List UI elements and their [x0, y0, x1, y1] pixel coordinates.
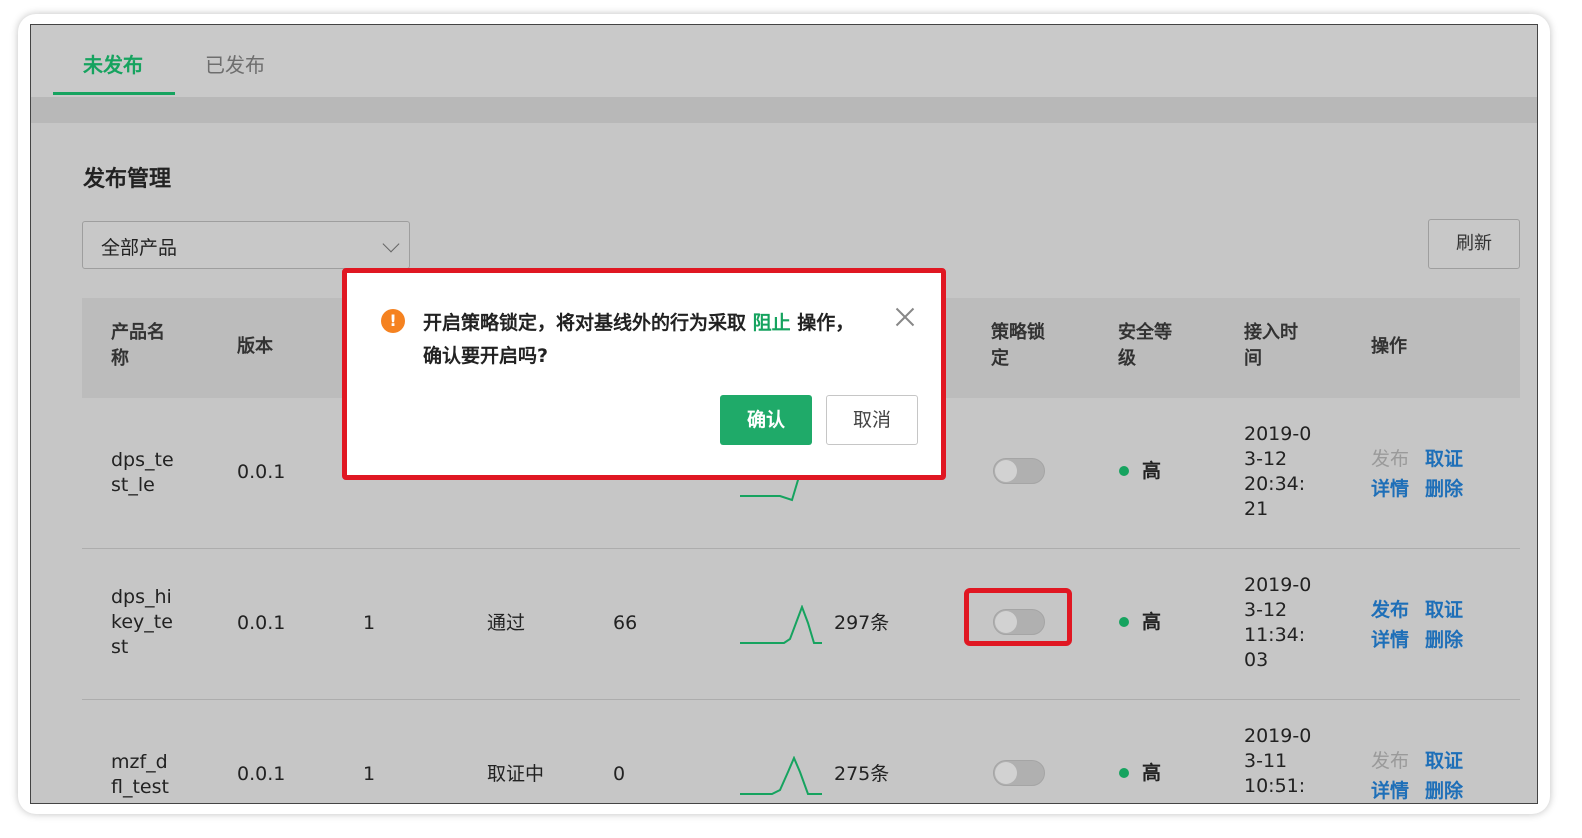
- column-header-security: 安全等 级: [1118, 320, 1172, 372]
- delete-link[interactable]: 删除: [1425, 776, 1463, 803]
- build-number: 1: [363, 612, 376, 634]
- revoke-link[interactable]: 取证: [1425, 595, 1463, 622]
- confirm-message-highlight: 阻止: [752, 312, 791, 334]
- product-name-line: dps_te: [111, 449, 174, 471]
- access-time-line: 20:34:: [1244, 473, 1306, 495]
- column-header-name: 产品名 称: [111, 320, 165, 372]
- active-tab-indicator: [53, 92, 175, 95]
- status: 通过: [487, 612, 526, 634]
- product-name-line: fl_test: [111, 776, 169, 798]
- table-row: mzf_d fl_test 0.0.1 1 取证中 0 275条 高 2019-…: [82, 700, 1520, 803]
- access-time-line: 2019-0: [1244, 423, 1312, 445]
- toggle-knob: [995, 762, 1017, 784]
- tab-unpublished[interactable]: 未发布: [83, 49, 143, 78]
- cancel-button[interactable]: 取消: [826, 395, 918, 445]
- refresh-button[interactable]: 刷新: [1428, 219, 1520, 269]
- column-header-actions: 操作: [1371, 336, 1407, 357]
- access-time-line: 10:51:: [1244, 775, 1306, 797]
- strategy-lock-toggle[interactable]: [993, 760, 1045, 786]
- version: 0.0.1: [237, 612, 286, 634]
- column-header-time-line2: 间: [1244, 348, 1262, 369]
- access-time-line: 3-12: [1244, 599, 1288, 621]
- column-header-lock-line1: 策略锁: [991, 322, 1045, 343]
- column-header-security-line2: 级: [1118, 348, 1136, 369]
- access-time-line: 11:34:: [1244, 624, 1306, 646]
- column-header-version: 版本: [237, 336, 273, 357]
- security-level: 高: [1142, 611, 1162, 633]
- strategy-lock-toggle[interactable]: [993, 458, 1045, 484]
- access-time-line: 3-12: [1244, 448, 1288, 470]
- status: 取证中: [487, 763, 545, 785]
- product-name-line: dps_hi: [111, 586, 172, 608]
- count: 66: [613, 612, 638, 634]
- detail-link[interactable]: 详情: [1371, 625, 1409, 652]
- confirm-button[interactable]: 确认: [720, 395, 812, 445]
- confirm-message: 开启策略锁定，将对基线外的行为采取 阻止 操作，确认要开启吗?: [423, 307, 873, 373]
- publish-link: 发布: [1371, 448, 1410, 470]
- toggle-knob: [995, 460, 1017, 482]
- version: 0.0.1: [237, 763, 286, 785]
- detail-link[interactable]: 详情: [1371, 776, 1409, 803]
- column-header-time-line1: 接入时: [1244, 322, 1298, 343]
- warning-icon: !: [381, 309, 405, 333]
- column-header-lock-line2: 定: [991, 348, 1009, 369]
- product-name-line: mzf_d: [111, 751, 168, 773]
- trend-sparkline: [740, 605, 822, 644]
- column-header-lock: 策略锁 定: [991, 320, 1045, 372]
- product-name-line: st: [111, 636, 129, 658]
- confirm-message-text: 开启策略锁定，将对基线外的行为采取: [423, 312, 747, 334]
- product-name: dps_hi key_te st: [111, 585, 173, 660]
- column-header-time: 接入时 间: [1244, 320, 1298, 372]
- column-header-name-line1: 产品名: [111, 322, 165, 343]
- close-icon[interactable]: [893, 305, 917, 329]
- product-select-value: 全部产品: [101, 237, 178, 259]
- record-count: 297条: [834, 612, 890, 634]
- column-header-name-line2: 称: [111, 348, 129, 369]
- count: 0: [613, 763, 626, 785]
- column-header-security-line1: 安全等: [1118, 322, 1172, 343]
- product-name-line: key_te: [111, 611, 173, 633]
- security-level: 高: [1142, 762, 1162, 784]
- version: 0.0.1: [237, 461, 286, 483]
- access-time-line: 2019-0: [1244, 574, 1312, 596]
- security-level-dot: [1119, 617, 1129, 627]
- product-select[interactable]: 全部产品: [82, 221, 410, 269]
- security-level-dot: [1119, 768, 1129, 778]
- detail-link[interactable]: 详情: [1371, 474, 1409, 501]
- delete-link[interactable]: 删除: [1425, 474, 1463, 501]
- access-time: 2019-0 3-12 11:34: 03: [1244, 573, 1311, 673]
- build-number: 1: [363, 763, 376, 785]
- access-time-line: 21: [1244, 498, 1269, 520]
- access-time: 2019-0 3-12 20:34: 21: [1244, 422, 1311, 522]
- access-time-line: 03: [1244, 649, 1269, 671]
- tab-bar: 未发布 已发布: [31, 25, 1537, 97]
- revoke-link[interactable]: 取证: [1425, 444, 1463, 471]
- security-level-dot: [1119, 466, 1129, 476]
- chevron-down-icon: [382, 235, 400, 253]
- table-row: dps_hi key_te st 0.0.1 1 通过 66 297条 高 20…: [82, 549, 1520, 700]
- section-divider: [31, 97, 1537, 123]
- tab-published[interactable]: 已发布: [205, 49, 265, 78]
- publish-link[interactable]: 发布: [1371, 595, 1409, 622]
- annotation-highlight-box: [964, 588, 1072, 646]
- product-name: mzf_d fl_test: [111, 750, 169, 800]
- product-name: dps_te st_le: [111, 448, 174, 498]
- access-time-line: 2019-0: [1244, 725, 1312, 747]
- revoke-link[interactable]: 取证: [1425, 746, 1463, 773]
- delete-link[interactable]: 删除: [1425, 625, 1463, 652]
- trend-sparkline: [740, 756, 822, 795]
- publish-link: 发布: [1371, 750, 1410, 772]
- product-name-line: st_le: [111, 474, 155, 496]
- access-time: 2019-0 3-11 10:51:: [1244, 724, 1311, 799]
- access-time-line: 3-11: [1244, 750, 1288, 772]
- record-count: 275条: [834, 763, 890, 785]
- security-level: 高: [1142, 460, 1162, 482]
- page-title: 发布管理: [83, 167, 172, 192]
- confirm-popover: ! 开启策略锁定，将对基线外的行为采取 阻止 操作，确认要开启吗? 确认 取消: [342, 268, 946, 480]
